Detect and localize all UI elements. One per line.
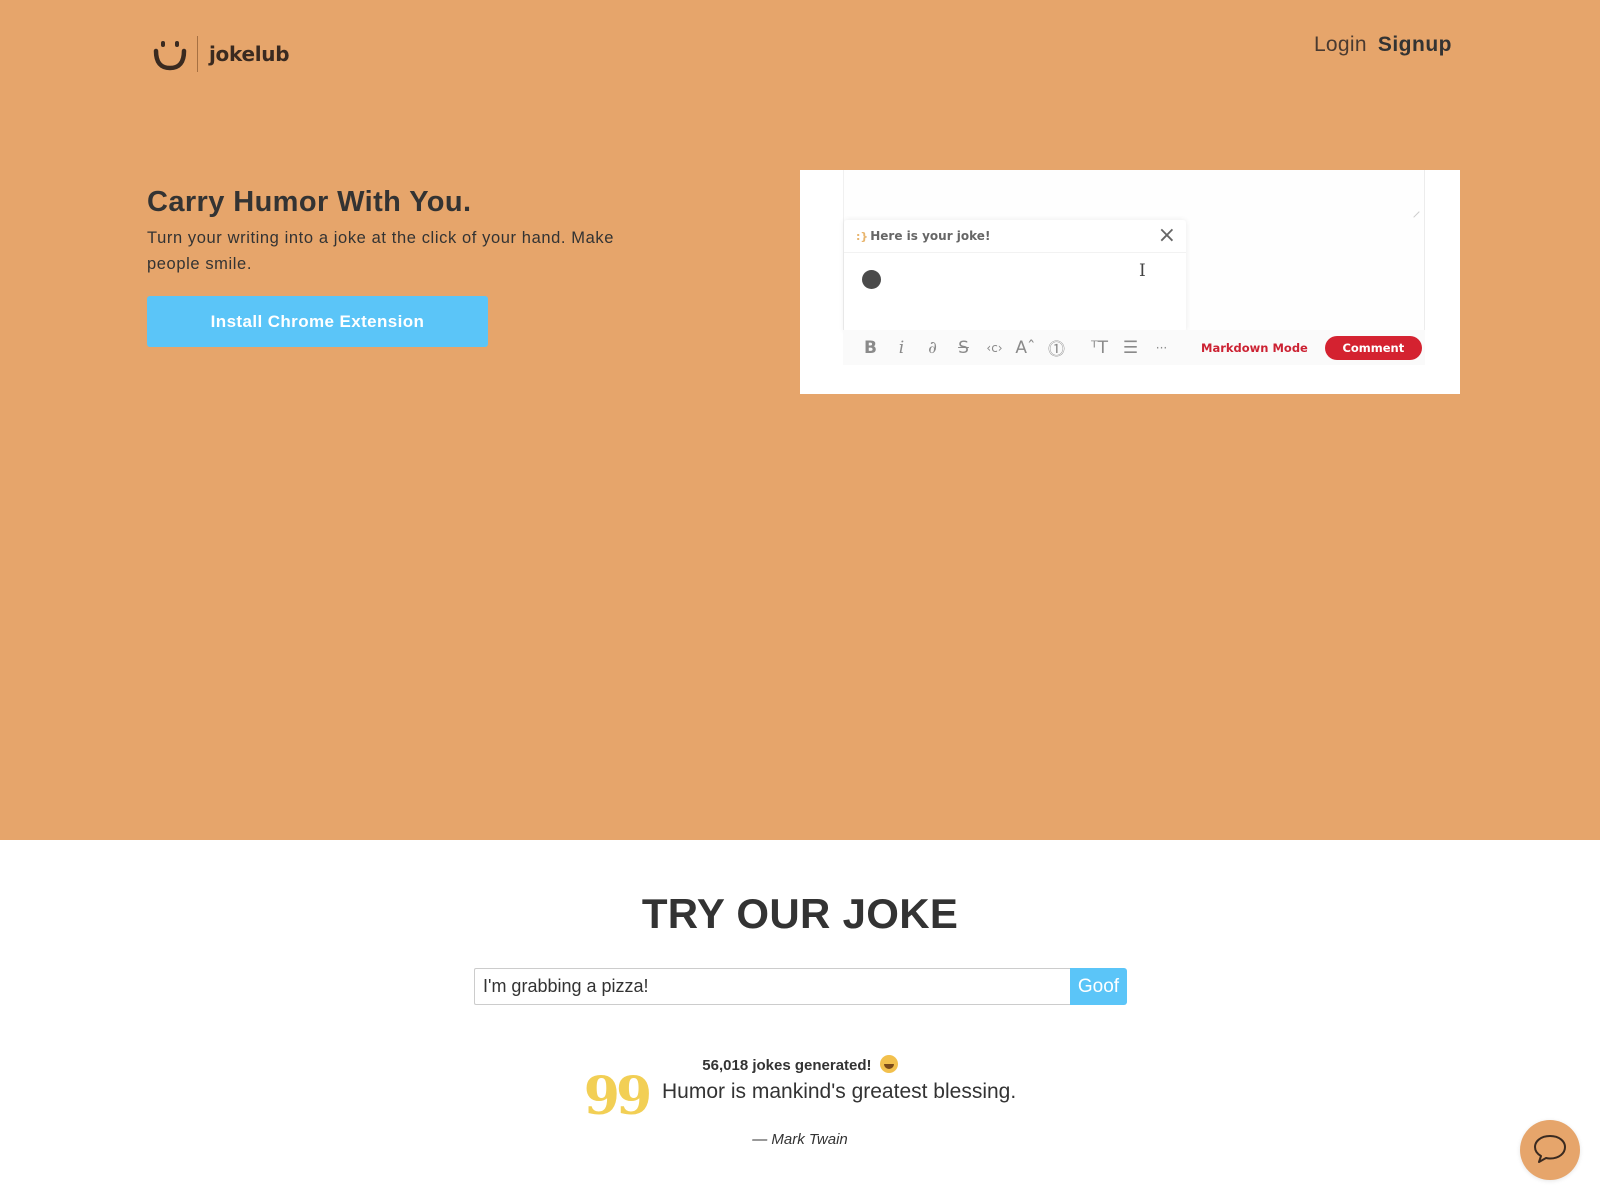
hero-subtitle: Turn your writing into a joke at the cli… (147, 229, 615, 273)
brand-name: jokelub (209, 42, 290, 66)
logo-divider (197, 36, 198, 72)
quote-text: Humor is mankind's greatest blessing. (662, 1080, 1017, 1103)
logo[interactable]: jokelub (153, 36, 290, 72)
more-icon: ··· (1155, 340, 1168, 355)
install-chrome-extension-button[interactable]: Install Chrome Extension (147, 296, 488, 347)
quote: 99 Humor is mankind's greatest blessing. (0, 1066, 1600, 1127)
markdown-mode-label: Markdown Mode (1201, 340, 1308, 355)
popup-header: :} Here is your joke! (844, 220, 1186, 253)
login-link[interactable]: Login (1314, 33, 1367, 57)
star-struck-emoji-icon (879, 1055, 898, 1073)
joke-emoji-icon: :} (856, 229, 869, 243)
try-section-title: TRY OUR JOKE (641, 890, 959, 937)
hero-copy: Carry Humor With You. Turn your writing … (147, 186, 667, 347)
jokes-count: 56,018 jokes generated! (0, 1055, 1600, 1074)
popup-title: Here is your joke! (870, 229, 991, 243)
top-nav: Login Signup (1314, 33, 1452, 57)
resize-handle-icon (1408, 206, 1420, 218)
hero-section: jokelub Login Signup Carry Humor With Yo… (0, 0, 1600, 840)
smile-icon (153, 37, 187, 71)
close-icon: × (1157, 223, 1176, 248)
spoiler-icon: ⓵ (1048, 340, 1065, 360)
hero-title: Carry Humor With You. (147, 186, 472, 218)
comment-button-preview: Comment (1324, 335, 1422, 360)
editor-toolbar: B i ∂ S ‹c› Aˆ ⓵ ᵀT ☰ ··· Markdown Mode … (843, 330, 1425, 365)
chat-bubble-icon (1532, 1133, 1568, 1168)
demo-screenshot: :} Here is your joke! × I B i ∂ S ‹c› Aˆ… (800, 170, 1460, 394)
signup-link[interactable]: Signup (1378, 33, 1452, 57)
joke-form: Goof (474, 968, 1127, 1005)
quote-mark-icon: 99 (583, 1066, 652, 1127)
chat-button[interactable] (1520, 1120, 1580, 1180)
joke-popup: :} Here is your joke! × I (844, 220, 1186, 332)
code-icon: ‹c› (986, 340, 1003, 355)
bulleted-list-icon: ☰ (1122, 337, 1139, 358)
goof-button[interactable]: Goof (1070, 968, 1127, 1005)
strikethrough-icon: S (958, 337, 969, 358)
jokes-count-text: 56,018 jokes generated! (702, 1057, 872, 1074)
joke-input[interactable] (474, 968, 1070, 1005)
font-size-icon: Aˆ (1015, 337, 1036, 358)
text-size-icon: ᵀT (1091, 337, 1108, 358)
text-cursor-icon: I (1139, 261, 1146, 281)
link-icon: ∂ (928, 337, 937, 358)
bold-icon: B (864, 337, 877, 358)
italic-icon: i (898, 337, 905, 358)
loading-dot (862, 270, 881, 289)
quote-author: — Mark Twain (752, 1131, 848, 1148)
